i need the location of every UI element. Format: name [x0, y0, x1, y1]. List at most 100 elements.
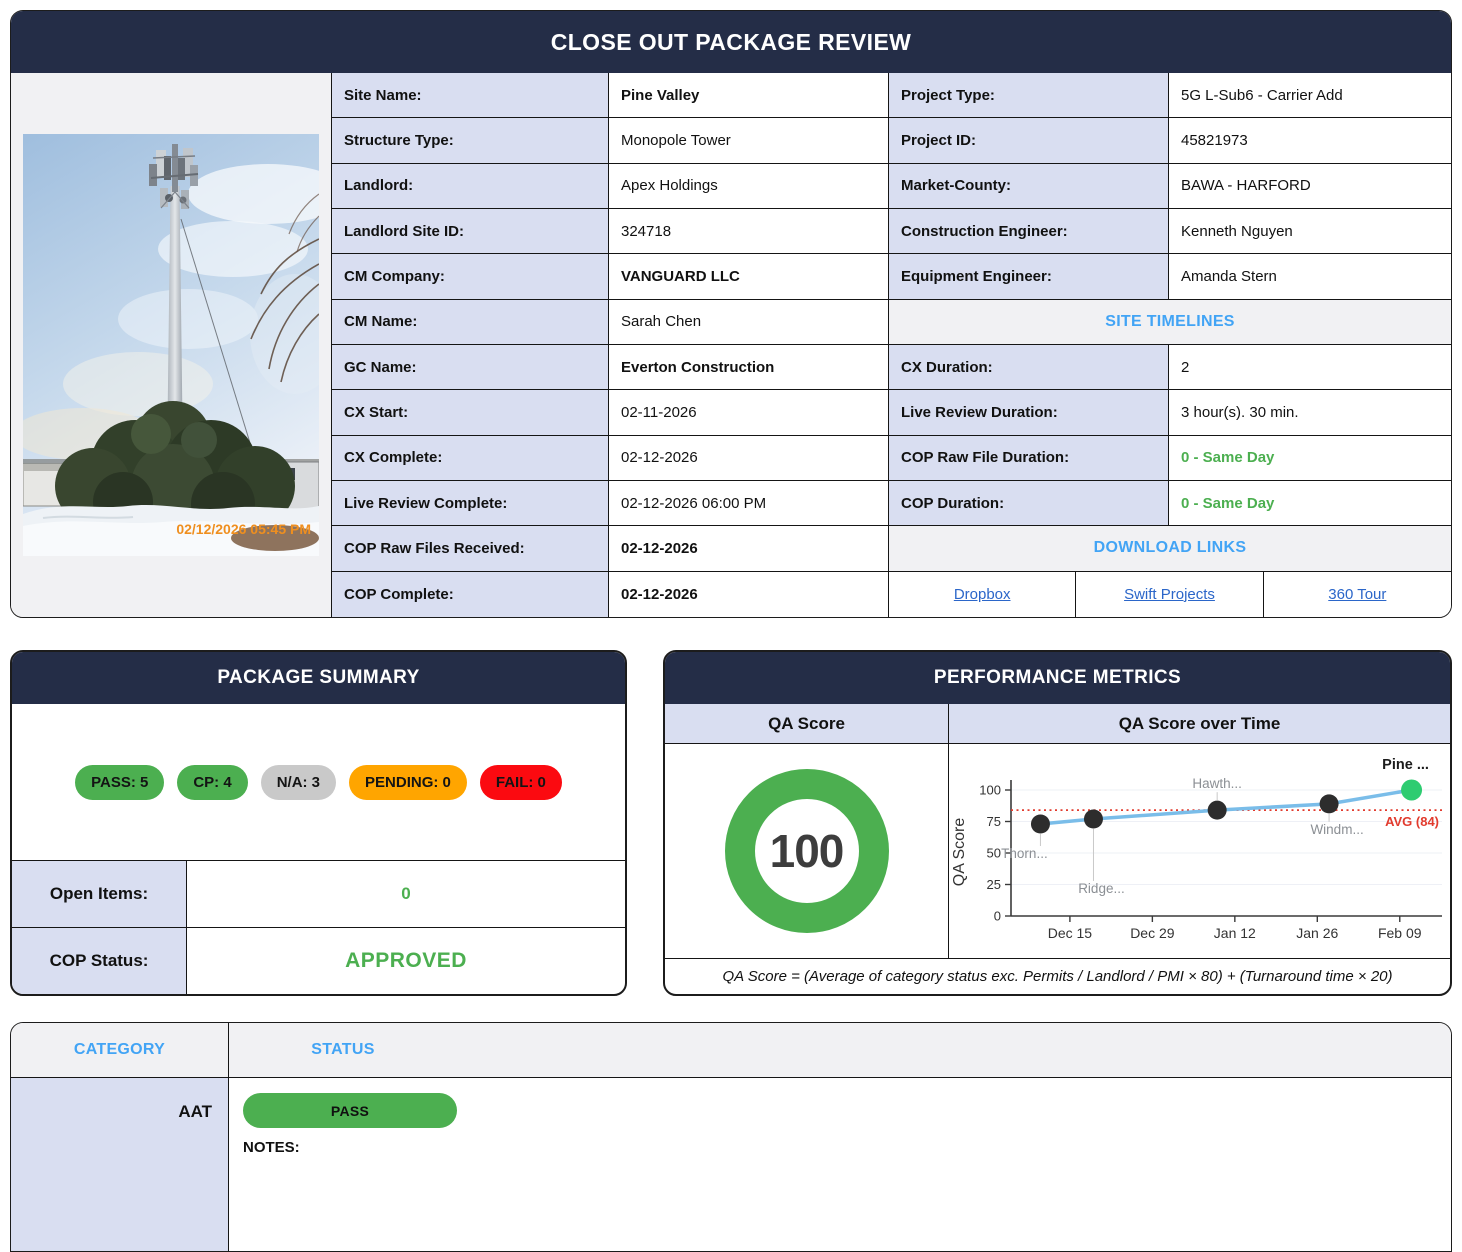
- swift-projects-link-cell: Swift Projects: [1076, 572, 1263, 617]
- qa-trend-chart-cell: 0 25 50 75 100 Dec 15 Dec 29 Jan 12 Jan 26 Feb 09…: [949, 744, 1452, 958]
- cp-count-badge: CP: 4: [177, 765, 247, 800]
- site-timelines-header: SITE TIMELINES: [889, 300, 1451, 345]
- cop-raw-files-received-label: COP Raw Files Received:: [332, 526, 609, 571]
- status-badges-row: PASS: 5 CP: 4 N/A: 3 PENDING: 0 FAIL: 0: [12, 704, 625, 860]
- performance-metrics-title: PERFORMANCE METRICS: [665, 652, 1450, 704]
- cm-company-label: CM Company:: [332, 254, 609, 299]
- close-out-package-review-page: { "title": "CLOSE OUT PACKAGE REVIEW", "…: [0, 0, 1462, 1174]
- structure-type-label: Structure Type:: [332, 118, 609, 163]
- svg-text:0: 0: [994, 909, 1001, 924]
- svg-text:25: 25: [987, 877, 1001, 892]
- svg-text:Dec 29: Dec 29: [1130, 925, 1175, 941]
- svg-text:Jan 26: Jan 26: [1296, 925, 1338, 941]
- open-items-row: Open Items: 0: [12, 860, 625, 927]
- svg-text:50: 50: [987, 846, 1001, 861]
- live-review-complete-value: 02-12-2026 06:00 PM: [609, 481, 889, 526]
- qa-score-donut: 100: [725, 769, 889, 933]
- svg-text:75: 75: [987, 814, 1001, 829]
- status-badge[interactable]: PASS: [243, 1093, 457, 1128]
- category-column-header: CATEGORY: [11, 1023, 229, 1077]
- equipment-engineer-label: Equipment Engineer:: [889, 254, 1169, 299]
- cx-start-value: 02-11-2026: [609, 390, 889, 435]
- qa-trend-header: QA Score over Time: [949, 704, 1450, 743]
- landlord-site-id-value: 324718: [609, 209, 889, 254]
- qa-score-formula: QA Score = (Average of category status e…: [665, 958, 1450, 994]
- download-links-row: Dropbox Swift Projects 360 Tour: [889, 572, 1451, 617]
- cm-company-value: VANGUARD LLC: [609, 254, 889, 299]
- qa-score-trend-chart: 0 25 50 75 100 Dec 15 Dec 29 Jan 12 Jan 26 Feb 09…: [949, 744, 1452, 958]
- site-info-table: Site Name: Pine Valley Project Type: 5G …: [332, 73, 1451, 617]
- qa-score-header: QA Score: [665, 704, 949, 743]
- notes-label: NOTES:: [243, 1139, 1451, 1156]
- package-summary-title: PACKAGE SUMMARY: [12, 652, 625, 704]
- category-status-table: CATEGORY STATUS AAT PASS NOTES:: [10, 1022, 1452, 1252]
- gc-name-label: GC Name:: [332, 345, 609, 390]
- download-links-header: DOWNLOAD LINKS: [889, 526, 1451, 571]
- cop-status-value: APPROVED: [187, 928, 625, 994]
- svg-text:100: 100: [979, 783, 1001, 798]
- cop-raw-file-duration-value: 0 - Same Day: [1169, 436, 1451, 481]
- svg-text:Dec 15: Dec 15: [1048, 925, 1093, 941]
- svg-text:QA Score: QA Score: [951, 818, 968, 887]
- cm-name-value: Sarah Chen: [609, 300, 889, 345]
- status-column-header: STATUS: [229, 1041, 457, 1059]
- close-out-review-panel: CLOSE OUT PACKAGE REVIEW: [10, 10, 1452, 618]
- svg-text:Jan 12: Jan 12: [1214, 925, 1256, 941]
- landlord-site-id-label: Landlord Site ID:: [332, 209, 609, 254]
- cop-duration-label: COP Duration:: [889, 481, 1169, 526]
- live-review-duration-label: Live Review Duration:: [889, 390, 1169, 435]
- cm-name-label: CM Name:: [332, 300, 609, 345]
- project-id-label: Project ID:: [889, 118, 1169, 163]
- svg-text:Windm...: Windm...: [1310, 822, 1363, 837]
- cx-complete-label: CX Complete:: [332, 436, 609, 481]
- project-id-value: 45821973: [1169, 118, 1451, 163]
- construction-engineer-label: Construction Engineer:: [889, 209, 1169, 254]
- swift-projects-link[interactable]: Swift Projects: [1124, 586, 1215, 603]
- pending-count-badge: PENDING: 0: [349, 765, 467, 800]
- open-items-value: 0: [187, 861, 625, 927]
- dropbox-link[interactable]: Dropbox: [954, 586, 1011, 603]
- cop-status-row: COP Status: APPROVED: [12, 927, 625, 994]
- cop-status-label: COP Status:: [12, 928, 187, 994]
- market-county-value: BAWA - HARFORD: [1169, 164, 1451, 209]
- cop-raw-files-received-value: 02-12-2026: [609, 526, 889, 571]
- site-photo-panel: 02/12/2026 05:45 PM: [11, 73, 332, 617]
- photo-timestamp: 02/12/2026 05:45 PM: [176, 521, 311, 537]
- fail-count-badge: FAIL: 0: [480, 765, 562, 800]
- site-name-value: Pine Valley: [609, 73, 889, 118]
- landlord-label: Landlord:: [332, 164, 609, 209]
- cx-start-label: CX Start:: [332, 390, 609, 435]
- svg-text:Feb 09: Feb 09: [1378, 925, 1422, 941]
- svg-text:AVG (84): AVG (84): [1385, 814, 1439, 829]
- 360-tour-link[interactable]: 360 Tour: [1328, 586, 1386, 603]
- site-name-label: Site Name:: [332, 73, 609, 118]
- svg-text:Pine ...: Pine ...: [1382, 757, 1429, 773]
- equipment-engineer-value: Amanda Stern: [1169, 254, 1451, 299]
- qa-score-value: 100: [770, 824, 844, 878]
- cx-duration-label: CX Duration:: [889, 345, 1169, 390]
- svg-text:Ridge...: Ridge...: [1078, 881, 1125, 896]
- table-row: AAT PASS NOTES:: [11, 1078, 1451, 1252]
- market-county-label: Market-County:: [889, 164, 1169, 209]
- construction-engineer-value: Kenneth Nguyen: [1169, 209, 1451, 254]
- cop-complete-value: 02-12-2026: [609, 572, 889, 617]
- page-title: CLOSE OUT PACKAGE REVIEW: [11, 11, 1451, 73]
- cx-duration-value: 2: [1169, 345, 1451, 390]
- cx-complete-value: 02-12-2026: [609, 436, 889, 481]
- cop-raw-file-duration-label: COP Raw File Duration:: [889, 436, 1169, 481]
- landlord-value: Apex Holdings: [609, 164, 889, 209]
- open-items-label: Open Items:: [12, 861, 187, 927]
- structure-type-value: Monopole Tower: [609, 118, 889, 163]
- project-type-value: 5G L-Sub6 - Carrier Add: [1169, 73, 1451, 118]
- svg-text:Thorn...: Thorn...: [1001, 846, 1048, 861]
- gc-name-value: Everton Construction: [609, 345, 889, 390]
- performance-metrics-panel: PERFORMANCE METRICS QA Score QA Score ov…: [663, 650, 1452, 996]
- svg-text:Hawth...: Hawth...: [1192, 776, 1242, 791]
- qa-score-cell: 100: [665, 744, 949, 958]
- 360-tour-link-cell: 360 Tour: [1264, 572, 1451, 617]
- live-review-duration-value: 3 hour(s). 30 min.: [1169, 390, 1451, 435]
- category-name: AAT: [11, 1078, 229, 1252]
- cop-duration-value: 0 - Same Day: [1169, 481, 1451, 526]
- project-type-label: Project Type:: [889, 73, 1169, 118]
- na-count-badge: N/A: 3: [261, 765, 336, 800]
